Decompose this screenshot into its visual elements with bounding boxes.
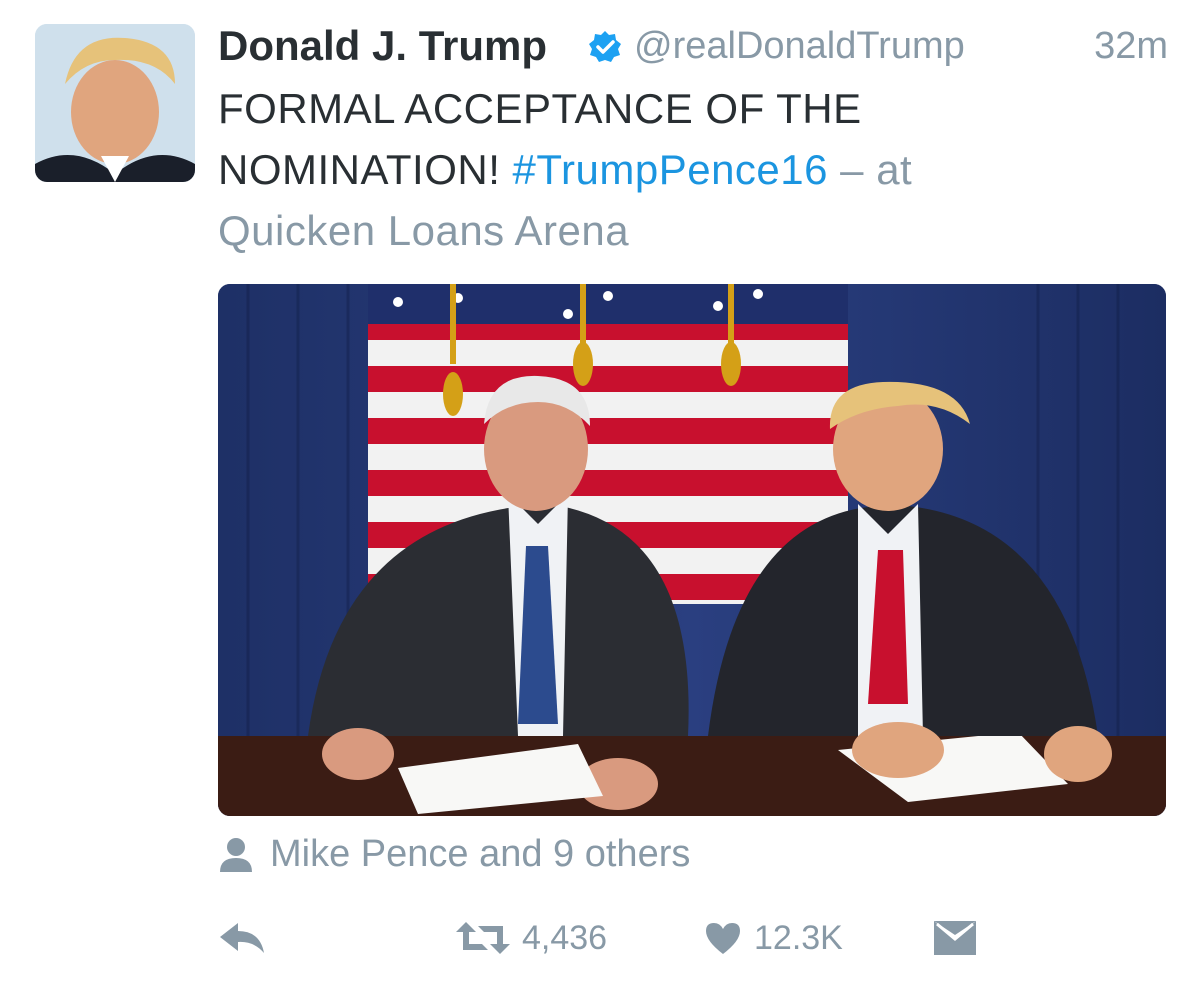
tweet-timestamp[interactable]: 32m — [1094, 20, 1168, 72]
reply-button[interactable] — [218, 912, 266, 964]
tweet-actions: 4,436 12.3K — [218, 912, 1166, 964]
at-label: – at — [828, 146, 913, 193]
direct-message-button[interactable] — [934, 912, 976, 964]
retweet-button[interactable]: 4,436 — [456, 912, 607, 964]
like-button[interactable]: 12.3K — [704, 912, 843, 964]
tagged-people-label: Mike Pence and 9 others — [270, 833, 691, 875]
hashtag-link[interactable]: #TrumpPence16 — [513, 146, 828, 193]
tweet: Donald J. Trump @realDonaldTrump 32m FOR… — [0, 0, 1200, 981]
avatar[interactable] — [35, 24, 195, 182]
location-link[interactable]: Quicken Loans Arena — [218, 207, 629, 254]
tweet-photo[interactable] — [218, 284, 1166, 816]
verified-badge-icon — [588, 30, 622, 64]
person-icon — [218, 836, 254, 872]
author-name[interactable]: Donald J. Trump — [218, 20, 547, 72]
retweet-icon — [456, 920, 510, 956]
tweet-text: FORMAL ACCEPTANCE OF THE NOMINATION! #Tr… — [218, 78, 1148, 261]
retweet-count: 4,436 — [522, 918, 608, 957]
reply-icon — [218, 921, 266, 955]
tweet-header: Donald J. Trump @realDonaldTrump 32m — [218, 20, 1168, 72]
author-handle[interactable]: @realDonaldTrump — [634, 20, 965, 72]
tagged-people[interactable]: Mike Pence and 9 others — [218, 828, 918, 880]
envelope-icon — [934, 921, 976, 955]
heart-icon — [704, 921, 742, 955]
like-count: 12.3K — [754, 918, 843, 957]
